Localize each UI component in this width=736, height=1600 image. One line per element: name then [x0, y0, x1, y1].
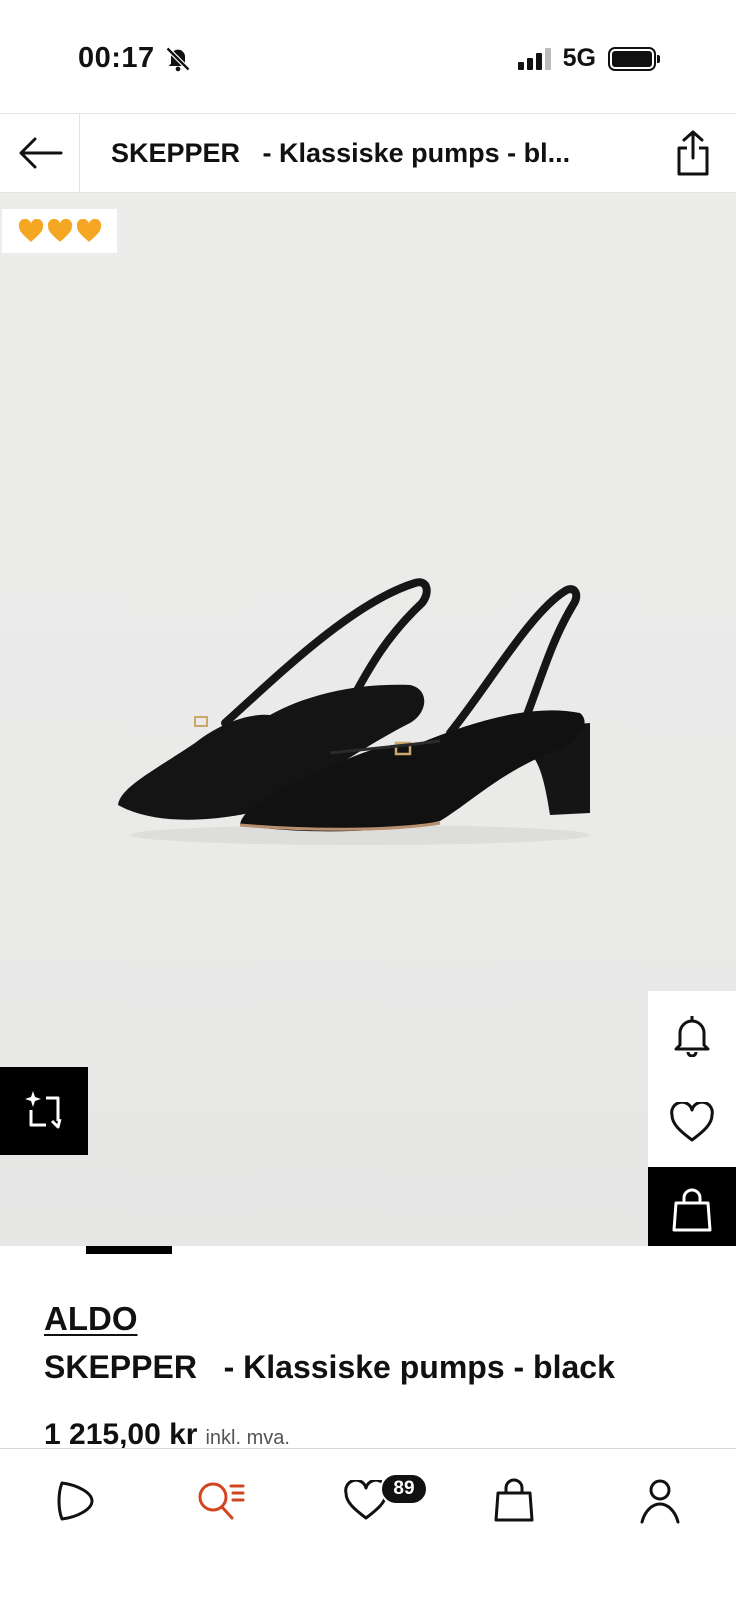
product-price: 1 215,00 kr: [44, 1418, 198, 1451]
nav-account[interactable]: [630, 1471, 690, 1531]
nav-search[interactable]: [190, 1471, 250, 1531]
price-row: 1 215,00 kr inkl. mva.: [44, 1418, 290, 1452]
vat-note: inkl. mva.: [205, 1427, 290, 1449]
share-icon: [677, 130, 709, 176]
shopping-bag-icon: [672, 1188, 712, 1232]
nav-bag[interactable]: [484, 1471, 544, 1531]
arrow-left-icon: [19, 137, 62, 169]
product-name: SKEPPER - Klassiske pumps - black: [44, 1349, 615, 1385]
hearts-badge: [2, 209, 117, 253]
product-header: SKEPPER - Klassiske pumps - bl...: [0, 113, 736, 193]
shoes-photo: [118, 578, 590, 845]
bell-icon: [674, 1016, 710, 1057]
header-title: SKEPPER - Klassiske pumps - bl...: [111, 138, 571, 168]
find-similar-button[interactable]: [0, 1067, 88, 1155]
image-carousel-progress: [0, 1246, 604, 1254]
network-type: 5G: [562, 44, 596, 72]
status-indicators: 5G: [517, 44, 660, 73]
battery-icon: [608, 46, 660, 71]
home-logo-icon: [57, 1481, 94, 1521]
signal-icon: [517, 47, 551, 70]
bell-slash-icon: [165, 46, 191, 72]
search-icon: [198, 1482, 245, 1520]
notify-button[interactable]: [648, 991, 736, 1079]
brand-link[interactable]: ALDO: [44, 1300, 138, 1338]
back-button[interactable]: [0, 114, 80, 192]
shopping-bag-icon: [494, 1478, 534, 1522]
orange-heart-icon: [76, 219, 101, 242]
bottom-nav: 89: [0, 1448, 736, 1600]
wishlist-toggle-button[interactable]: [648, 1079, 736, 1167]
status-time: 00:17: [78, 42, 155, 74]
heart-icon: [670, 1102, 714, 1142]
carousel-position-indicator: [86, 1246, 172, 1254]
user-icon: [640, 1479, 680, 1524]
orange-heart-icon: [18, 219, 43, 242]
nav-home[interactable]: [44, 1471, 104, 1531]
orange-heart-icon: [47, 219, 72, 242]
sparkle-crop-icon: [25, 1091, 62, 1129]
product-image[interactable]: [0, 193, 736, 1246]
status-bar: 00:17 5G: [0, 0, 736, 113]
side-actions: [648, 991, 736, 1246]
wishlist-count-badge: 89: [380, 1473, 428, 1505]
add-to-bag-button[interactable]: [648, 1167, 736, 1246]
share-button[interactable]: [668, 128, 718, 178]
